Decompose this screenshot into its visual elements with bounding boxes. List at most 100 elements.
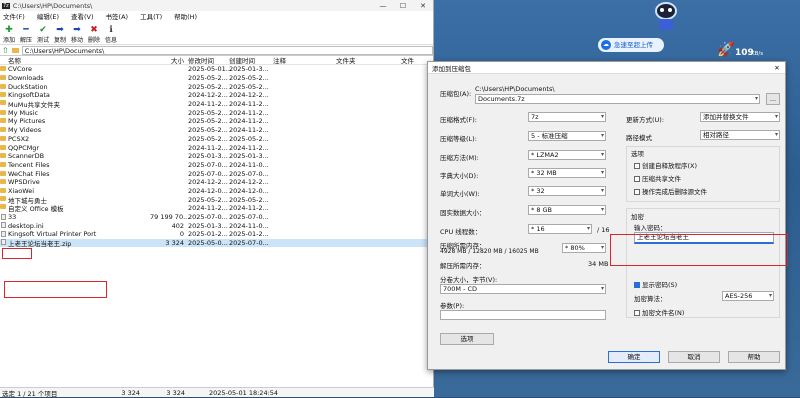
cell-created: 2024-11-2... (229, 100, 269, 109)
help-button[interactable]: 帮助 (728, 351, 780, 363)
menu-file[interactable]: 文件(F) (3, 11, 25, 21)
highlight-box-zip (4, 281, 107, 298)
file-name: 33 (8, 213, 17, 222)
cell-created: 2025-01-3... (229, 152, 269, 161)
sfx-checkbox[interactable]: 创建自释放程序(X) (634, 160, 697, 170)
toolbar-button-0[interactable]: ✚ 添加 (2, 25, 16, 44)
toolbar-button-4[interactable]: ➡ 移动 (70, 25, 84, 44)
folder-row[interactable]: Tencent Files 2025-07-0... 2024-11-0... (0, 161, 433, 170)
maximize-icon[interactable]: ☐ (393, 2, 413, 10)
boost-label: 急速至超上传 (614, 41, 653, 49)
menu-bookmarks[interactable]: 书签(A) (106, 11, 129, 21)
level-select[interactable]: 5 - 标准压缩 ▾ (528, 131, 606, 141)
password-label: 输入密码： (634, 224, 667, 232)
folder-row[interactable]: 自定义 Office 模板 2024-11-2... 2024-11-2... (0, 204, 433, 213)
encrypt-names-checkbox[interactable]: 加密文件名(N) (634, 307, 684, 317)
close-icon[interactable]: ✕ (413, 2, 433, 10)
mem-percent-select[interactable]: * 80% ▾ (562, 243, 606, 253)
col-folders[interactable]: 文件夹 (336, 55, 401, 65)
toolbar-button-5[interactable]: ✖ 删除 (87, 25, 101, 44)
show-password-checkbox[interactable]: 显示密码(S) (634, 279, 677, 289)
dialog-close-icon[interactable]: ✕ (769, 64, 785, 72)
boost-upload-button[interactable]: ☁ 急速至超上传 (598, 38, 664, 52)
toolbar-button-2[interactable]: ✔ 测试 (36, 25, 50, 44)
file-row[interactable]: desktop.ini 402 2025-01-3... 2024-11-0... (0, 221, 433, 230)
folder-row[interactable]: MuMu共享文件夹 2024-11-2... 2024-11-2... (0, 100, 433, 109)
file-name: WeChat Files (8, 169, 50, 178)
split-select[interactable]: 700M - CD ▾ (440, 284, 606, 294)
options-title: 选项 (631, 150, 644, 158)
cell-created: 2024-11-2... (229, 143, 269, 152)
folder-row[interactable]: Downloads 2025-05-2... 2025-05-2... (0, 74, 433, 83)
ok-button[interactable]: 确定 (608, 351, 660, 363)
cell-name: My Videos (0, 126, 150, 134)
cancel-button[interactable]: 取消 (668, 351, 720, 363)
cpu-select[interactable]: * 16 ▾ (528, 224, 592, 234)
cell-name: MuMu共享文件夹 (0, 99, 150, 109)
folder-row[interactable]: DuckStation 2025-05-2... 2025-05-2... (0, 82, 433, 91)
menu-view[interactable]: 查看(V) (71, 11, 94, 21)
solid-select[interactable]: * 8 GB ▾ (528, 205, 606, 215)
folder-icon (0, 161, 6, 167)
minimize-icon[interactable]: — (373, 2, 393, 10)
cell-mod: 2024-12-2... (188, 91, 228, 100)
menu-help[interactable]: 帮助(H) (174, 11, 197, 21)
toolbar: ✚ 添加 ━ 解压 ✔ 测试 ➡ 复制 ➡ 移动 ✖ 删除 ℹ 信息 (0, 21, 433, 45)
cell-mod: 2025-05-0... (188, 239, 228, 248)
cell-mod: 2025-01-3... (188, 152, 228, 161)
menu-tools[interactable]: 工具(T) (140, 11, 162, 21)
col-name[interactable]: 名称 (0, 55, 150, 65)
cell-mod: 2025-07-0... (188, 213, 228, 222)
folder-row[interactable]: My Pictures 2025-05-2... 2024-11-2... (0, 117, 433, 126)
folder-row[interactable]: My Videos 2025-05-2... 2024-11-2... (0, 126, 433, 135)
col-modified[interactable]: 修改时间 (184, 55, 229, 65)
col-size[interactable]: 大小 (150, 55, 184, 65)
col-comment[interactable]: 注释 (273, 55, 336, 65)
address-input[interactable]: C:\Users\HP\Documents\ (21, 45, 433, 55)
folder-icon (0, 118, 6, 124)
format-select[interactable]: 7z ▾ (528, 112, 606, 122)
toolbar-label: 测试 (36, 37, 49, 44)
move-arrow-icon: ➡ (73, 25, 81, 35)
options-button[interactable]: 选项 (440, 333, 494, 345)
folder-row[interactable]: ScannerDB 2025-01-3... 2025-01-3... (0, 152, 433, 161)
col-created[interactable]: 创建时间 (229, 55, 273, 65)
dict-select[interactable]: * 32 MB ▾ (528, 168, 606, 178)
params-input[interactable] (440, 310, 606, 320)
browse-button[interactable]: ... (766, 93, 780, 105)
file-list: CVCore 2025-05-01... 2025-01-3... Downloads… (0, 65, 433, 248)
folder-row[interactable]: My Music 2025-05-2... 2024-11-2... (0, 108, 433, 117)
shared-checkbox[interactable]: 压缩共享文件 (634, 173, 681, 183)
cell-name: 自定义 Office 模板 (0, 203, 150, 213)
file-row[interactable]: 上老王论坛当老王.zip 3 324 2025-05-0... 2025-07-0..… (0, 238, 433, 248)
path-select[interactable]: 相对路径 ▾ (700, 130, 780, 140)
cell-created: 2024-11-0... (229, 160, 269, 169)
folder-row[interactable]: CVCore 2025-05-01... 2025-01-3... (0, 65, 433, 74)
method-select[interactable]: * LZMA2 ▾ (528, 150, 606, 160)
toolbar-button-1[interactable]: ━ 解压 (19, 25, 33, 44)
archive-name-input[interactable]: Documents.7z ▾ (475, 94, 760, 104)
folder-icon (0, 195, 6, 201)
mascot-robot (649, 2, 683, 32)
folder-icon (0, 92, 6, 98)
toolbar-button-3[interactable]: ➡ 复制 (53, 25, 67, 44)
menu-edit[interactable]: 编辑(E) (37, 11, 59, 21)
folder-row[interactable]: QQPCMgr 2024-11-2... 2024-11-2... (0, 143, 433, 152)
up-folder-icon[interactable]: ⇧ (2, 46, 9, 55)
toolbar-button-6[interactable]: ℹ 信息 (104, 25, 118, 44)
file-row[interactable]: 33 79 199 70... 2025-07-0... 2025-07-0... (0, 213, 433, 222)
highlight-box-password (610, 234, 788, 266)
archive-label: 压缩包(A): (440, 90, 472, 98)
delete-source-checkbox[interactable]: 操作完成后删除源文件 (634, 186, 707, 196)
enc-method-select[interactable]: AES-256 ▾ (722, 291, 774, 301)
cell-mod: 2025-01-2... (188, 230, 228, 239)
minus-icon: ━ (23, 25, 29, 35)
cell-size: 3 324 (165, 239, 184, 248)
folder-icon (0, 179, 6, 185)
update-select[interactable]: 添加并替换文件 ▾ (700, 112, 780, 122)
folder-row[interactable]: PCSX2 2025-05-2... 2025-05-2... (0, 135, 433, 144)
cell-created: 2025-01-3... (229, 65, 269, 74)
word-select[interactable]: * 32 ▾ (528, 186, 606, 196)
folder-row[interactable]: WPSDrive 2024-12-2... 2024-12-2... (0, 178, 433, 187)
folder-row[interactable]: WeChat Files 2025-07-0... 2025-07-0... (0, 169, 433, 178)
